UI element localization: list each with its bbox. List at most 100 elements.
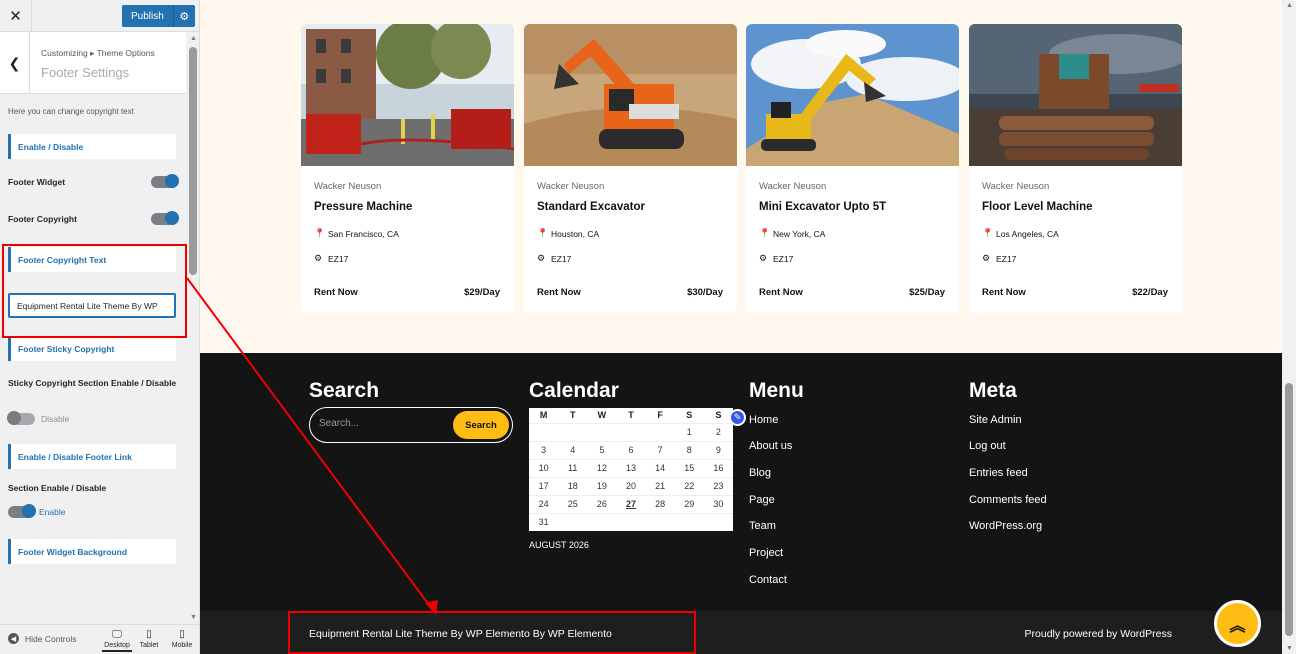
product-image-mini-excavator[interactable] bbox=[746, 24, 959, 166]
sidebar-scrollbar[interactable]: ▲ ▼ bbox=[186, 32, 199, 624]
calendar-weekday: S bbox=[686, 410, 693, 421]
gear-icon: ⚙ bbox=[537, 253, 546, 263]
scrollbar-thumb[interactable] bbox=[189, 47, 197, 275]
product-image-floor-machine[interactable] bbox=[969, 24, 1182, 166]
calendar-day: 30 bbox=[703, 494, 733, 513]
menu-item[interactable]: Project bbox=[749, 547, 783, 559]
meta-item[interactable]: Log out bbox=[969, 440, 1006, 452]
menu-item[interactable]: Blog bbox=[749, 467, 771, 479]
calendar-day: 29 bbox=[674, 494, 704, 513]
device-tablet-label: Tablet bbox=[139, 642, 159, 649]
product-code: ⚙ EZ17 bbox=[537, 253, 571, 264]
location-text: Houston, CA bbox=[551, 228, 600, 239]
menu-item[interactable]: Page bbox=[749, 494, 775, 506]
calendar-day: 17 bbox=[529, 476, 559, 495]
scroll-up-icon[interactable]: ▲ bbox=[1286, 2, 1293, 9]
calendar-week: 12 bbox=[529, 422, 733, 441]
meta-item[interactable]: Comments feed bbox=[969, 494, 1047, 506]
gear-icon: ⚙ bbox=[314, 253, 323, 263]
section-enable-toggle[interactable] bbox=[8, 504, 36, 518]
rent-now-link[interactable]: Rent Now bbox=[314, 287, 358, 298]
calendar-day: 25 bbox=[558, 494, 588, 513]
product-title[interactable]: Pressure Machine bbox=[314, 201, 412, 213]
calendar-day: 31 bbox=[529, 512, 559, 531]
menu-item[interactable]: Team bbox=[749, 520, 776, 532]
device-tablet-button[interactable]: ▯ Tablet bbox=[134, 629, 164, 649]
rent-now-link[interactable]: Rent Now bbox=[759, 287, 803, 298]
calendar-day: 19 bbox=[587, 476, 617, 495]
app-window: ✕ Publish ⚙ ❮ Customizing ▸ Theme Option… bbox=[0, 0, 1296, 654]
calendar-day: 7 bbox=[645, 440, 675, 459]
product-location: 📍 New York, CA bbox=[759, 228, 825, 239]
product-image-fire-truck[interactable] bbox=[301, 24, 514, 166]
calendar-day bbox=[587, 512, 617, 531]
product-image-excavator[interactable] bbox=[524, 24, 737, 166]
calendar-day: 8 bbox=[674, 440, 704, 459]
scroll-down-icon[interactable]: ▼ bbox=[190, 614, 197, 621]
calendar-day bbox=[645, 512, 675, 531]
scroll-down-icon[interactable]: ▼ bbox=[1286, 645, 1293, 652]
product-card[interactable]: Wacker Neuson Pressure Machine 📍 San Fran… bbox=[301, 24, 514, 313]
product-brand: Wacker Neuson bbox=[537, 181, 605, 192]
code-text: EZ17 bbox=[551, 253, 572, 264]
product-card[interactable]: Wacker Neuson Mini Excavator Upto 5T 📍 Ne… bbox=[746, 24, 959, 313]
section-toggle-state: Enable bbox=[39, 507, 66, 517]
menu-item[interactable]: About us bbox=[749, 440, 792, 452]
product-price: $22/Day bbox=[1132, 287, 1168, 298]
calendar-weekday: F bbox=[657, 410, 663, 421]
scroll-up-icon[interactable]: ▲ bbox=[190, 35, 197, 42]
calendar-day: 20 bbox=[616, 476, 646, 495]
product-title[interactable]: Mini Excavator Upto 5T bbox=[759, 201, 886, 213]
search-button[interactable]: Search bbox=[453, 411, 509, 439]
calendar-week: 3456789 bbox=[529, 440, 733, 459]
calendar-caption: AUGUST 2026 bbox=[529, 540, 589, 550]
rent-now-link[interactable]: Rent Now bbox=[982, 287, 1026, 298]
section-toggle-row: Enable bbox=[0, 504, 186, 519]
product-title[interactable]: Standard Excavator bbox=[537, 201, 645, 213]
calendar-body: 1 2 3 4 5 6 7 8 9 10 11 12 13 14 15 16 17 18 19 20 21 22 23 24 2… bbox=[529, 422, 733, 531]
widget-bg-heading: Footer Widget Background bbox=[8, 539, 176, 564]
meta-item[interactable]: WordPress.org bbox=[969, 520, 1042, 532]
breadcrumb: Customizing ▸ Theme Options bbox=[41, 48, 155, 58]
scroll-to-top-button[interactable]: ︽ bbox=[1214, 600, 1261, 647]
gear-icon[interactable]: ⚙ bbox=[172, 5, 195, 27]
device-mobile-button[interactable]: ▯ Mobile bbox=[167, 629, 197, 649]
meta-item[interactable]: Entries feed bbox=[969, 467, 1028, 479]
footer-copyright-toggle[interactable] bbox=[151, 211, 179, 225]
desktop-icon: 🖵 bbox=[112, 629, 122, 640]
toggle-knob bbox=[22, 504, 36, 518]
calendar-week: 24 25 26 27 28 29 30 bbox=[529, 494, 733, 513]
product-card[interactable]: Wacker Neuson Floor Level Machine 📍 Los A… bbox=[969, 24, 1182, 313]
rent-now-link[interactable]: Rent Now bbox=[537, 287, 581, 298]
sticky-copyright-toggle[interactable] bbox=[7, 411, 35, 425]
calendar-day: 11 bbox=[558, 458, 588, 477]
preview-scrollbar[interactable]: ▲ ▼ bbox=[1282, 0, 1296, 654]
hide-controls-button[interactable]: ◀ Hide Controls bbox=[8, 633, 77, 644]
product-location: 📍 San Francisco, CA bbox=[314, 228, 399, 239]
product-card[interactable]: Wacker Neuson Standard Excavator 📍 Housto… bbox=[524, 24, 737, 313]
menu-item[interactable]: Home bbox=[749, 414, 778, 426]
search-input[interactable] bbox=[319, 418, 439, 429]
location-text: Los Angeles, CA bbox=[996, 228, 1059, 239]
calendar-day: 9 bbox=[703, 440, 733, 459]
close-icon[interactable]: ✕ bbox=[0, 0, 32, 31]
calendar-day: 27 bbox=[616, 494, 646, 513]
footer-widget-toggle[interactable] bbox=[151, 174, 179, 188]
code-text: EZ17 bbox=[328, 253, 349, 264]
section-title: Footer Settings bbox=[41, 65, 130, 80]
powered-by-link[interactable]: Proudly powered by WordPress bbox=[1025, 628, 1172, 640]
calendar-day bbox=[558, 422, 588, 441]
menu-item[interactable]: Contact bbox=[749, 574, 787, 586]
chevron-left-icon[interactable]: ❮ bbox=[0, 32, 30, 94]
footer-link-heading: Enable / Disable Footer Link bbox=[8, 444, 176, 469]
device-desktop-button[interactable]: 🖵 Desktop bbox=[102, 629, 132, 652]
scrollbar-thumb[interactable] bbox=[1285, 383, 1293, 636]
product-title[interactable]: Floor Level Machine bbox=[982, 201, 1093, 213]
meta-item[interactable]: Site Admin bbox=[969, 414, 1022, 426]
calendar-day bbox=[529, 422, 559, 441]
pencil-icon[interactable]: ✎ bbox=[729, 409, 746, 426]
sticky-copyright-heading: Footer Sticky Copyright bbox=[8, 336, 176, 361]
product-price: $25/Day bbox=[909, 287, 945, 298]
product-code: ⚙ EZ17 bbox=[982, 253, 1016, 264]
publish-button[interactable]: Publish bbox=[122, 5, 173, 27]
